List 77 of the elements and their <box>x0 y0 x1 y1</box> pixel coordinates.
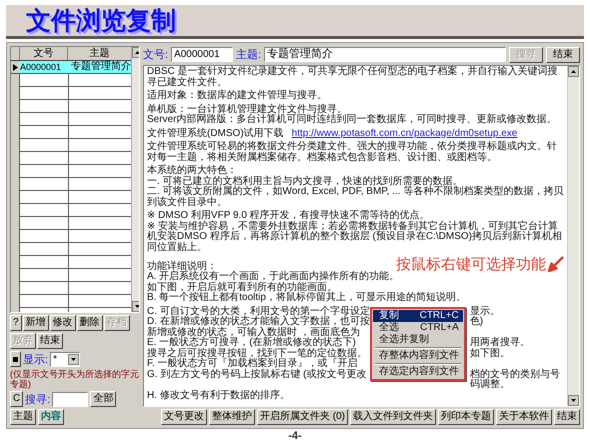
text-line: ※ DMSO 利用VFP 9.0 程序开发，有搜寻快速不需等待的优点。 <box>147 211 430 221</box>
text-line: E. 一般状态方可搜寻，(在新增或修改的状态下) <box>147 338 357 348</box>
toolbar-button[interactable]: 结束 <box>554 409 580 425</box>
text-line: 文件管理系统可轻易的将数据文件分类建文件。强大的搜寻功能，依分类搜寻标题或内文。针对每一主题，将相关附属档案储存。档案格式包含影音档、设计图、或图档等。 <box>147 142 558 163</box>
text-line: DBSC 是一套针对文件纪录建文件，可共享无限个任何型态的电子档案，并自行输入关键词搜寻已建文件文件。 <box>147 67 559 88</box>
text-line: 用两者搜寻。 <box>468 338 531 348</box>
toolbar-button[interactable]: 关于本软件 <box>496 409 552 425</box>
download-link[interactable]: http://www.potasoft.com.cn/package/dm0setup.exe <box>292 128 518 138</box>
subject-label: 主题: <box>236 48 262 62</box>
table-cell-text: A0000001 <box>19 61 62 73</box>
page-number: -4- <box>288 430 302 443</box>
text-line: 功能详细说明： <box>147 262 217 272</box>
text-line: 适用对象：数据库的建文件管理与搜寻。 <box>147 91 328 102</box>
text-line: B. 每一个按钮上都有tooltip，将鼠标停留其上，可显示用途的简短说明。 <box>147 293 467 304</box>
shortcut-text: CTRL+A <box>420 322 459 334</box>
clear-button[interactable]: C <box>10 391 24 407</box>
arrow-icon <box>548 256 564 272</box>
list-button[interactable]: 结束 <box>37 333 63 349</box>
text-line: A. 开启系统仅有一个画面，于此画面内操作所有的功能。 <box>147 272 400 282</box>
menu-item[interactable]: 存整体内容到文件 <box>372 350 463 362</box>
search-mode-button[interactable]: 内容 <box>38 409 64 425</box>
text-line: 搜寻之后可按搜寻按钮，找到下一笔的定位数据。 <box>147 348 368 358</box>
text-line: 新增或修改的状态，可输入数据时 ，画面底色为 <box>147 328 361 338</box>
text-line: 文件管理系统(DMSO)试用下载 http://www.potasoft.com.cn/package/dm0setup.exe <box>147 128 518 139</box>
row-pointer-icon <box>13 64 18 70</box>
menu-item[interactable]: 全选 CTRL+A <box>372 322 463 334</box>
subject-field[interactable]: 专题管理简介 <box>264 47 506 62</box>
toolbar-button[interactable]: 整体维护 <box>209 409 255 425</box>
list-button[interactable]: 删除 <box>76 315 103 331</box>
list-button[interactable]: 修改 <box>50 315 76 331</box>
toolbar-button[interactable]: 开启所属文件夹 (0) <box>257 409 348 425</box>
menu-item-label: 复制 <box>378 310 399 322</box>
table-cell-text: 专题管理简介 <box>70 61 131 73</box>
scroll-up-icon[interactable] <box>568 66 579 77</box>
callout-text: 按鼠标右键可选择功能 <box>396 256 546 272</box>
table-row[interactable]: A0000001 专题管理简介 <box>11 61 131 74</box>
text-line: 如下图，开启后就可看到所有的功能画面。 <box>147 282 337 292</box>
text-line: 如下图。 <box>468 348 511 359</box>
text-line: ※ 安装与维护容易，不需要外挂数据库；若必需将数据转备到其它台计算机，可到其它台计算机安装DMSO 程序后，再将原计算机的整个数据层 (预设目录在C:\DMSO)拷贝后到新计算机相同位置贴上。 <box>147 222 563 253</box>
column-header[interactable]: 文号 <box>19 47 67 60</box>
text-line: 二. 可将该文所附属的文件，如Word, Excel, PDF, BMP, ... 等各种不限制档案类型的数据，拷贝到该文件目录中。 <box>147 187 564 208</box>
text-line: G. 到左方文号的号码上按鼠标右键 (或按文号更改 <box>147 370 368 382</box>
header-button[interactable]: 结束 <box>546 46 580 62</box>
doc-number-field[interactable]: A0000001 <box>171 47 234 62</box>
menu-item[interactable]: 全选并复制 <box>372 334 463 346</box>
toolbar-button[interactable]: 载入文件到文件夹 <box>350 409 436 425</box>
text-line: F. 一般状态方可『加载档案到目录』，或『开启 <box>147 359 359 369</box>
shortcut-text: CTRL+C <box>420 310 459 322</box>
text-line: D. 在新增或修改的状态才能输入文字数据，也可按 <box>147 317 370 327</box>
toolbar-button[interactable]: 列印本专题 <box>438 409 494 425</box>
square-icon <box>13 356 18 362</box>
menu-item[interactable]: 存选定内容到文件 <box>372 366 463 378</box>
show-dropdown[interactable]: * <box>50 352 80 366</box>
text-line: 一. 可将已建立的文档利用主旨与内文搜寻，快速的找到所需要的数据。 <box>147 176 463 186</box>
menu-item[interactable]: 复制 CTRL+C <box>372 310 463 322</box>
show-label: 显示: <box>23 352 48 366</box>
filter-button[interactable] <box>10 351 21 367</box>
filter-hint: (仅显示文号开头为所选择的字元专题) <box>10 369 140 389</box>
toolbar-button[interactable]: 文号更改 <box>161 409 207 425</box>
list-button[interactable]: 新增 <box>22 315 49 331</box>
scroll-down-icon[interactable] <box>568 395 579 406</box>
search-field[interactable] <box>52 392 88 406</box>
doc-number-label: 文号: <box>143 48 168 62</box>
text-line: 显示。 <box>468 306 501 316</box>
search-mode-button[interactable]: 全部 <box>90 391 116 407</box>
menu-item-label: 全选 <box>378 322 399 334</box>
list-button[interactable]: ? <box>10 315 22 331</box>
text-line: C. 可自订文号的大类，利用文号的第一个字母设定 <box>147 306 370 316</box>
slide-title: 文件浏览复制 <box>26 5 176 36</box>
text-line: 本系统的两大特色： <box>147 166 237 176</box>
search-label: 搜寻: <box>25 392 50 406</box>
text-line: Server内部网路版：多台计算机可同时连结到同一套数据库，可同时搜寻、更新或修改数据。 <box>147 115 558 126</box>
text-line: H. 修改文号有利于数据的排序。 <box>147 390 291 401</box>
text-line: 色) <box>468 317 484 328</box>
text-line: 档的文号的类别与号码调整。 <box>468 370 561 390</box>
text-line: 单机版：一台计算机管理建文件文件与搜寻。 <box>147 104 347 114</box>
search-mode-button[interactable]: 主题 <box>10 409 36 425</box>
